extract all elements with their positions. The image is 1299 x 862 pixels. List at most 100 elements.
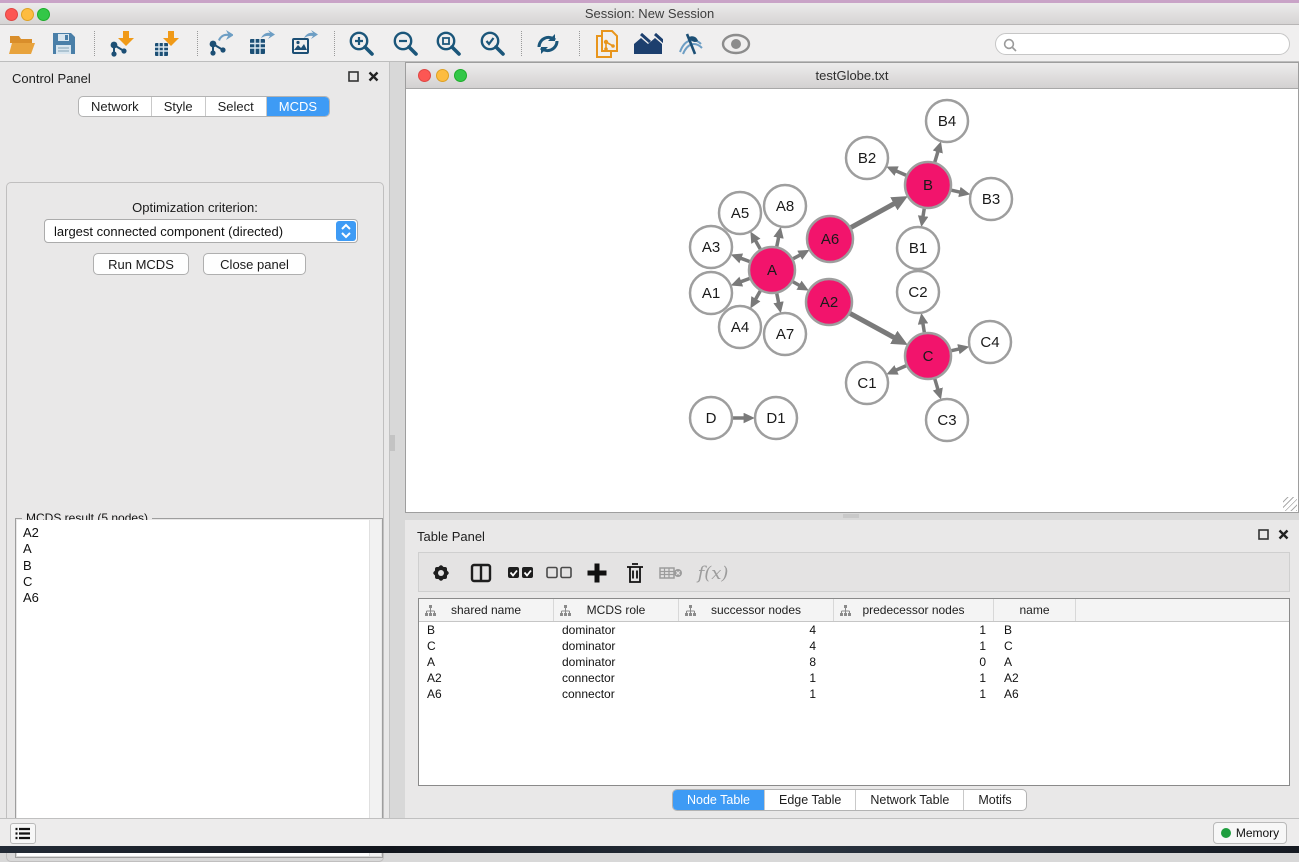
delete-column-icon[interactable] bbox=[619, 559, 651, 587]
memory-button[interactable]: Memory bbox=[1213, 822, 1287, 844]
graph-node-label: C4 bbox=[980, 334, 999, 351]
tab-select[interactable]: Select bbox=[206, 97, 267, 116]
tab-edge-table[interactable]: Edge Table bbox=[765, 790, 856, 810]
show-details-icon[interactable] bbox=[718, 29, 754, 58]
graph-edge[interactable] bbox=[740, 258, 750, 262]
graph-edge[interactable] bbox=[755, 291, 760, 300]
vertical-splitter-handle[interactable] bbox=[390, 435, 395, 451]
graph-edge[interactable] bbox=[851, 203, 896, 228]
tab-node-table[interactable]: Node Table bbox=[673, 790, 765, 810]
close-table-panel-icon[interactable] bbox=[1278, 529, 1289, 540]
table-cell: connector bbox=[554, 687, 679, 701]
graph-node-label: A3 bbox=[702, 239, 720, 256]
table-row[interactable]: A6connector11A6 bbox=[419, 686, 1289, 702]
table-cell: dominator bbox=[554, 639, 679, 653]
graph-edge[interactable] bbox=[895, 366, 906, 371]
tab-network[interactable]: Network bbox=[79, 97, 152, 116]
column-header-name[interactable]: name bbox=[994, 599, 1076, 621]
function-builder-icon[interactable]: f(x) bbox=[691, 559, 735, 587]
result-item[interactable]: C bbox=[23, 574, 381, 590]
graph-edge[interactable] bbox=[777, 236, 779, 246]
run-mcds-button[interactable]: Run MCDS bbox=[93, 253, 189, 275]
network-canvas[interactable]: B4B2BB3A5A8A6A3B1AA1C2A2A4A7C4CC1C3DD1 bbox=[407, 89, 1297, 511]
table-options-icon[interactable] bbox=[425, 559, 457, 587]
first-neighbors-icon[interactable] bbox=[630, 29, 666, 58]
column-header-successor-nodes[interactable]: successor nodes bbox=[679, 599, 834, 621]
create-column-icon[interactable] bbox=[581, 559, 613, 587]
float-table-panel-icon[interactable] bbox=[1258, 529, 1269, 540]
export-table-icon[interactable] bbox=[243, 29, 279, 58]
graph-node-label: A4 bbox=[731, 319, 749, 336]
graph-node-label: C1 bbox=[857, 375, 876, 392]
graph-edge[interactable] bbox=[740, 278, 750, 282]
export-network-icon[interactable] bbox=[201, 29, 237, 58]
apply-layout-icon[interactable] bbox=[530, 29, 566, 58]
mcds-result-list[interactable]: A2ABCA6 bbox=[17, 520, 381, 856]
float-panel-icon[interactable] bbox=[348, 71, 359, 82]
result-item[interactable]: A2 bbox=[23, 525, 381, 541]
clone-network-icon[interactable] bbox=[589, 29, 625, 58]
optimization-criterion-select[interactable]: largest connected component (directed) bbox=[44, 219, 358, 243]
graph-node-label: B3 bbox=[982, 191, 1000, 208]
table-row[interactable]: Bdominator41B bbox=[419, 622, 1289, 638]
graph-edge[interactable] bbox=[777, 294, 779, 304]
task-history-button[interactable] bbox=[10, 823, 36, 844]
hide-details-icon[interactable] bbox=[673, 29, 709, 58]
zoom-selected-icon[interactable] bbox=[474, 29, 510, 58]
memory-status-icon bbox=[1221, 828, 1231, 838]
save-session-icon[interactable] bbox=[45, 29, 81, 58]
column-header-predecessor-nodes[interactable]: predecessor nodes bbox=[834, 599, 994, 621]
result-item[interactable]: A6 bbox=[23, 590, 381, 606]
select-all-icon[interactable] bbox=[505, 559, 537, 587]
graph-node-label: D bbox=[706, 410, 717, 427]
table-cell: 0 bbox=[834, 655, 994, 669]
graph-edge[interactable] bbox=[951, 190, 960, 192]
graph-edge[interactable] bbox=[793, 282, 800, 286]
main-toolbar bbox=[0, 25, 1299, 62]
table-row[interactable]: Cdominator41C bbox=[419, 638, 1289, 654]
table-row[interactable]: Adominator80A bbox=[419, 654, 1289, 670]
zoom-out-icon[interactable] bbox=[387, 29, 423, 58]
show-columns-icon[interactable] bbox=[465, 559, 497, 587]
graph-node-label: A2 bbox=[820, 294, 838, 311]
export-image-icon[interactable] bbox=[286, 29, 322, 58]
control-panel: Control Panel NetworkStyleSelectMCDS Opt… bbox=[0, 62, 390, 818]
graph-edge[interactable] bbox=[755, 240, 760, 249]
close-panel-icon[interactable] bbox=[368, 71, 379, 82]
result-item[interactable]: A bbox=[23, 541, 381, 557]
table-panel: Table Panel f(x) shared nameMCDS rolesuc… bbox=[405, 520, 1299, 818]
destroy-table-icon[interactable] bbox=[655, 559, 687, 587]
zoom-in-icon[interactable] bbox=[343, 29, 379, 58]
import-table-icon[interactable] bbox=[148, 29, 184, 58]
network-view-window: testGlobe.txt B4B2BB3A5A8A6A3B1AA1C2A2A4… bbox=[405, 62, 1299, 513]
list-icon bbox=[15, 827, 31, 840]
window-resize-grip[interactable] bbox=[1283, 497, 1297, 511]
graph-edge[interactable] bbox=[793, 255, 801, 259]
close-panel-button[interactable]: Close panel bbox=[203, 253, 306, 275]
graph-edge[interactable] bbox=[935, 379, 938, 390]
tab-motifs[interactable]: Motifs bbox=[964, 790, 1025, 810]
column-header-MCDS-role[interactable]: MCDS role bbox=[554, 599, 679, 621]
graph-edge[interactable] bbox=[923, 209, 924, 218]
graph-edge[interactable] bbox=[951, 349, 959, 351]
import-network-icon[interactable] bbox=[103, 29, 139, 58]
tab-style[interactable]: Style bbox=[152, 97, 206, 116]
zoom-fit-icon[interactable] bbox=[430, 29, 466, 58]
table-cell: A2 bbox=[419, 671, 554, 685]
table-row[interactable]: A2connector11A2 bbox=[419, 670, 1289, 686]
deselect-all-icon[interactable] bbox=[543, 559, 575, 587]
tab-mcds[interactable]: MCDS bbox=[267, 97, 329, 116]
graph-edge[interactable] bbox=[895, 171, 906, 176]
graph-edge[interactable] bbox=[935, 151, 938, 162]
horizontal-splitter-handle[interactable] bbox=[843, 514, 859, 518]
graph-edge[interactable] bbox=[850, 313, 895, 338]
search-input[interactable] bbox=[995, 33, 1290, 55]
column-header-shared-name[interactable]: shared name bbox=[419, 599, 554, 621]
result-item[interactable]: B bbox=[23, 558, 381, 574]
optimization-criterion-label: Optimization criterion: bbox=[7, 200, 383, 215]
network-window-titlebar[interactable]: testGlobe.txt bbox=[406, 63, 1298, 89]
graph-edge[interactable] bbox=[923, 323, 925, 333]
result-scrollbar[interactable] bbox=[369, 520, 381, 856]
open-file-icon[interactable] bbox=[4, 29, 40, 58]
tab-network-table[interactable]: Network Table bbox=[856, 790, 964, 810]
